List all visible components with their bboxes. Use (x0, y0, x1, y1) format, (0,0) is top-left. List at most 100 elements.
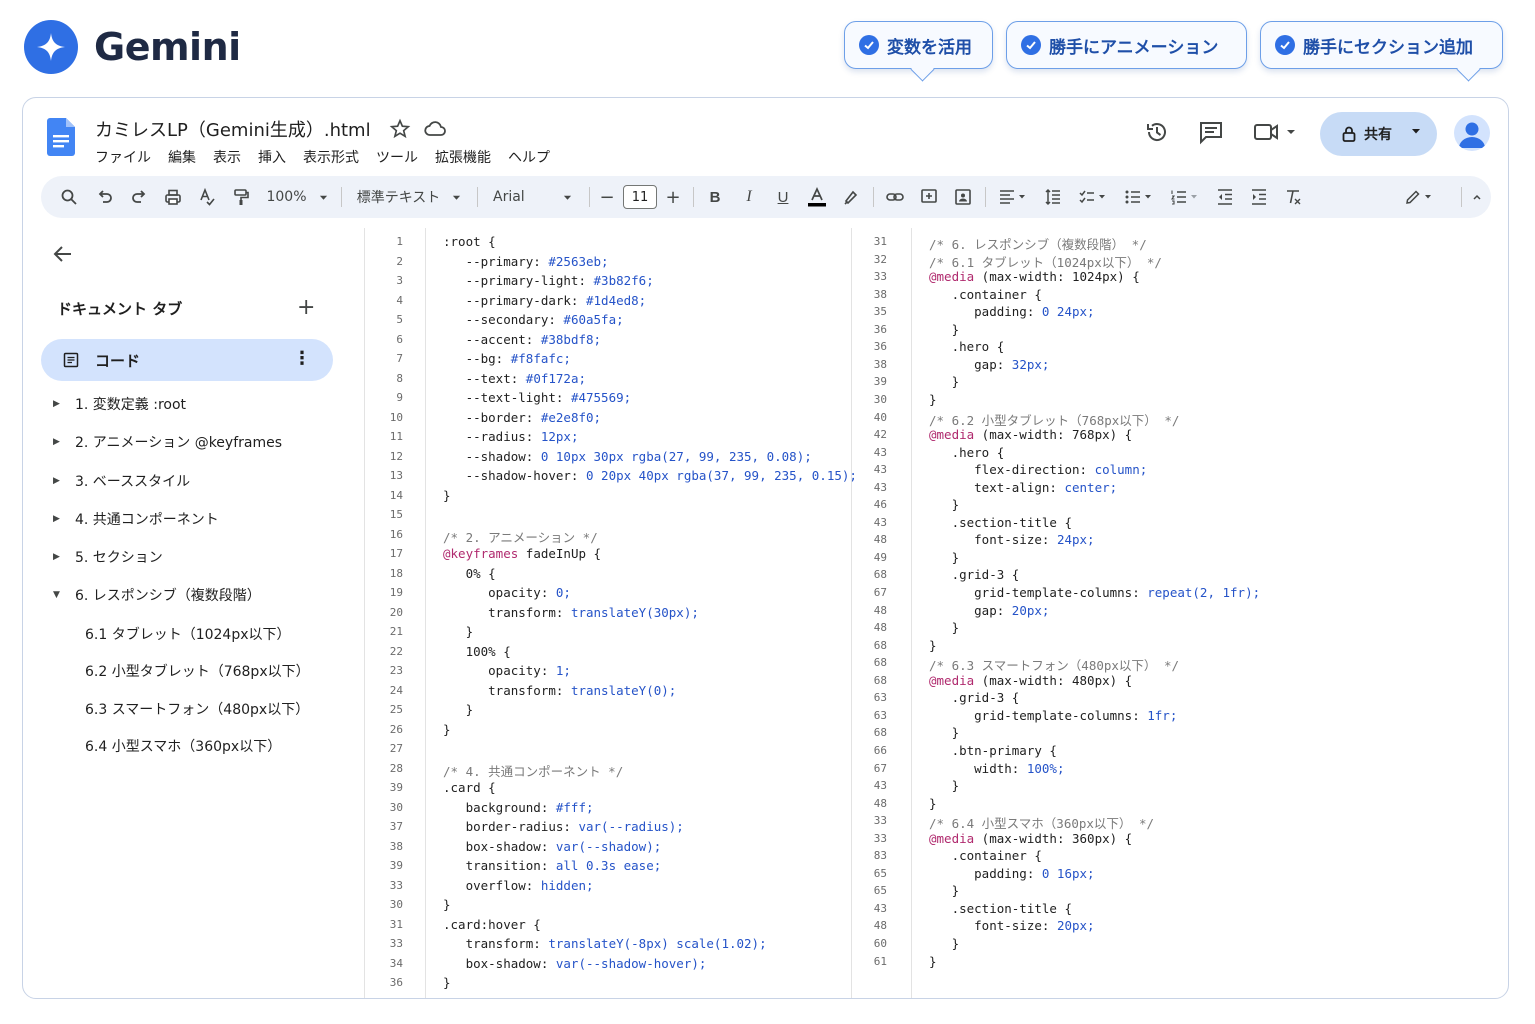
code-line[interactable]: /* 6.1 タブレット（1024px以下） */ (929, 252, 1162, 271)
code-line[interactable]: gap: 20px; (929, 603, 1049, 618)
checklist-icon[interactable] (1073, 176, 1113, 218)
code-line[interactable]: @media (max-width: 768px) { (929, 427, 1132, 442)
code-line[interactable]: border-radius: var(--radius); (443, 819, 684, 834)
collapse-arrow-icon[interactable]: ▼ (53, 590, 65, 600)
code-line[interactable]: --radius: 12px; (443, 429, 579, 444)
code-line[interactable]: .hero { (929, 445, 1005, 460)
code-line[interactable]: flex-direction: column; (929, 462, 1147, 477)
code-line[interactable]: transform: translateY(30px); (443, 605, 699, 620)
bold-icon[interactable]: B (701, 176, 729, 218)
collapse-toolbar-icon[interactable] (1467, 176, 1487, 218)
code-line[interactable]: } (443, 897, 451, 912)
menu-help[interactable]: ヘルプ (508, 147, 550, 167)
code-line[interactable]: } (443, 975, 451, 990)
outline-sub-item[interactable]: 6.1 タブレット（1024px以下） (85, 624, 291, 644)
highlight-icon[interactable] (837, 176, 865, 218)
code-line[interactable]: .section-title { (929, 901, 1072, 916)
code-line[interactable]: .container { (929, 848, 1042, 863)
spellcheck-icon[interactable] (193, 176, 221, 218)
outline-item[interactable]: ▶ 3. ベーススタイル (53, 471, 190, 491)
increase-font-size-icon[interactable]: + (663, 176, 683, 218)
outline-sub-item[interactable]: 6.4 小型スマホ（360px以下） (85, 736, 281, 756)
expand-arrow-icon[interactable]: ▶ (53, 476, 65, 486)
code-line[interactable]: } (929, 796, 937, 811)
code-line[interactable]: } (929, 778, 960, 793)
zoom-select[interactable]: 100% (263, 176, 331, 218)
code-line[interactable]: .grid-3 { (929, 567, 1020, 582)
link-icon[interactable] (881, 176, 909, 218)
code-line[interactable]: box-shadow: var(--shadow); (443, 839, 662, 854)
underline-icon[interactable]: U (769, 176, 797, 218)
code-line[interactable]: grid-template-columns: repeat(2, 1fr); (929, 585, 1260, 600)
code-line[interactable]: --secondary: #60a5fa; (443, 312, 624, 327)
outline-sub-item[interactable]: 6.2 小型タブレット（768px以下） (85, 661, 310, 681)
add-comment-icon[interactable] (915, 176, 943, 218)
font-size-input[interactable]: 11 (623, 185, 657, 209)
expand-arrow-icon[interactable]: ▶ (53, 552, 65, 562)
outline-item[interactable]: ▶ 4. 共通コンポーネント (53, 509, 219, 529)
code-line[interactable]: overflow: hidden; (443, 878, 594, 893)
code-line[interactable]: .hero { (929, 339, 1005, 354)
share-button[interactable]: 共有 (1320, 112, 1437, 156)
code-line[interactable]: box-shadow: var(--shadow-hover); (443, 956, 707, 971)
code-line[interactable]: @media (max-width: 480px) { (929, 673, 1132, 688)
code-line[interactable]: --text: #0f172a; (443, 371, 586, 386)
code-line[interactable]: } (443, 624, 474, 639)
outline-item[interactable]: ▶ 1. 変数定義 :root (53, 394, 186, 414)
code-line[interactable]: .card { (443, 780, 496, 795)
star-icon[interactable] (389, 118, 411, 140)
code-line[interactable]: .btn-primary { (929, 743, 1057, 758)
expand-arrow-icon[interactable]: ▶ (53, 514, 65, 524)
code-line[interactable]: /* 4. 共通コンポーネント */ (443, 761, 623, 780)
code-line[interactable]: } (929, 322, 960, 337)
code-line[interactable]: } (443, 488, 451, 503)
code-line[interactable]: .grid-3 { (929, 690, 1020, 705)
code-line[interactable]: } (929, 954, 937, 969)
comments-icon[interactable] (1197, 118, 1225, 146)
editing-mode-icon[interactable] (1399, 176, 1439, 218)
code-line[interactable]: --primary-dark: #1d4ed8; (443, 293, 647, 308)
code-line[interactable]: font-size: 24px; (929, 532, 1094, 547)
code-line[interactable]: text-align: center; (929, 480, 1117, 495)
code-line[interactable]: --primary-light: #3b82f6; (443, 273, 654, 288)
code-line[interactable]: --primary: #2563eb; (443, 254, 609, 269)
code-line[interactable]: .container { (929, 287, 1042, 302)
menu-file[interactable]: ファイル (95, 147, 151, 167)
code-line[interactable]: } (929, 550, 960, 565)
code-line[interactable]: :root { (443, 234, 496, 249)
code-line[interactable]: /* 6.2 小型タブレット（768px以下） */ (929, 410, 1179, 429)
code-line[interactable]: } (929, 725, 960, 740)
back-arrow-icon[interactable] (51, 242, 75, 266)
line-spacing-icon[interactable] (1039, 176, 1067, 218)
numbered-list-icon[interactable] (1165, 176, 1205, 218)
add-tab-icon[interactable]: + (297, 295, 315, 320)
text-color-icon[interactable] (803, 176, 831, 218)
code-line[interactable]: background: #fff; (443, 800, 594, 815)
code-line[interactable]: } (929, 620, 960, 635)
italic-icon[interactable]: I (735, 176, 763, 218)
code-line[interactable]: } (443, 702, 474, 717)
clear-formatting-icon[interactable] (1279, 176, 1307, 218)
code-line[interactable]: padding: 0 16px; (929, 866, 1094, 881)
code-line[interactable]: /* 6.3 スマートフォン（480px以下） */ (929, 655, 1179, 674)
code-line[interactable]: @media (max-width: 1024px) { (929, 269, 1140, 284)
menu-format[interactable]: 表示形式 (303, 147, 359, 167)
menu-view[interactable]: 表示 (213, 147, 241, 167)
code-line[interactable]: .section-title { (929, 515, 1072, 530)
code-line[interactable]: } (929, 392, 937, 407)
code-line[interactable]: grid-template-columns: 1fr; (929, 708, 1177, 723)
outline-item[interactable]: ▼ 6. レスポンシブ（複数段階） (53, 585, 261, 605)
avatar[interactable] (1454, 115, 1490, 151)
code-line[interactable]: transition: all 0.3s ease; (443, 858, 662, 873)
menu-insert[interactable]: 挿入 (258, 147, 286, 167)
meet-icon[interactable] (1253, 118, 1301, 146)
code-line[interactable]: opacity: 0; (443, 585, 571, 600)
code-line[interactable]: /* 6.4 小型スマホ（360px以下） */ (929, 813, 1154, 832)
menu-edit[interactable]: 編集 (168, 147, 196, 167)
outline-item[interactable]: ▶ 2. アニメーション @keyframes (53, 432, 282, 452)
document-title[interactable]: カミレスLP（Gemini生成）.html (95, 116, 371, 142)
align-left-icon[interactable] (993, 176, 1033, 218)
code-line[interactable]: } (929, 883, 960, 898)
code-line[interactable]: font-size: 20px; (929, 918, 1094, 933)
increase-indent-icon[interactable] (1245, 176, 1273, 218)
